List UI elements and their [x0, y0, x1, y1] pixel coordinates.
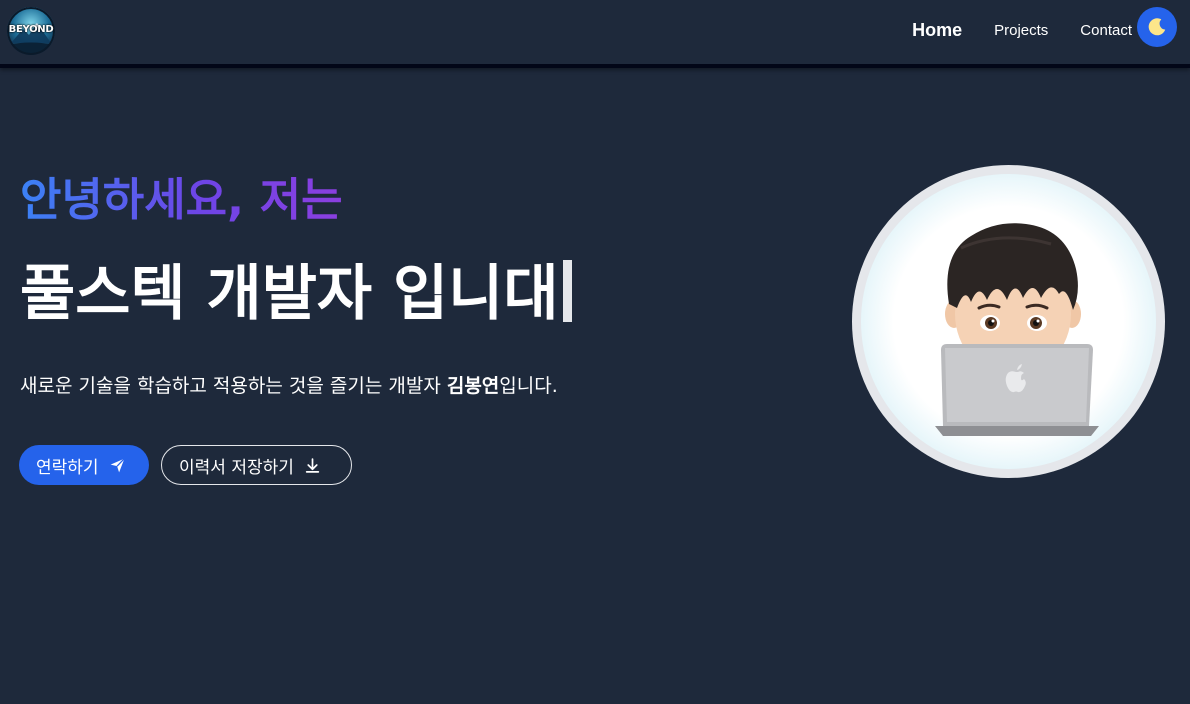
- typing-cursor: [562, 260, 572, 322]
- contact-button-label: 연락하기: [36, 457, 99, 478]
- send-icon: [109, 457, 126, 474]
- nav-contact-link[interactable]: Contact: [1080, 22, 1132, 39]
- nav-links: Home Projects Contact: [912, 0, 1132, 60]
- theme-toggle-button[interactable]: [1137, 7, 1177, 47]
- top-navbar: BEYOND Home Projects Contact: [0, 0, 1190, 68]
- logo-text: BEYOND: [8, 24, 54, 35]
- nav-projects-link[interactable]: Projects: [994, 22, 1048, 39]
- hero-headline-text: 풀스텍 개발자 입니대: [20, 259, 559, 329]
- resume-button-label: 이력서 저장하기: [179, 457, 294, 478]
- hero-greeting: 안녕하세요, 저는: [20, 168, 343, 232]
- intro-text-before: 새로운 기술을 학습하고 적용하는 것을 즐기는 개발자: [20, 375, 447, 397]
- logo[interactable]: BEYOND: [7, 7, 55, 55]
- download-resume-button[interactable]: 이력서 저장하기: [161, 445, 352, 485]
- memoji-laptop-avatar-icon: [935, 223, 1099, 436]
- moon-icon: [1148, 18, 1166, 36]
- avatar: [861, 174, 1156, 469]
- contact-button[interactable]: 연락하기: [19, 445, 149, 485]
- hero-intro: 새로운 기술을 학습하고 적용하는 것을 즐기는 개발자 김봉연입니다.: [20, 372, 558, 400]
- intro-name: 김봉연: [446, 375, 500, 397]
- hero-headline: 풀스텍 개발자 입니대: [20, 252, 572, 336]
- download-icon: [304, 457, 321, 474]
- nav-home-link[interactable]: Home: [912, 20, 962, 41]
- avatar-frame: [852, 165, 1165, 478]
- intro-text-after: 입니다.: [499, 375, 558, 397]
